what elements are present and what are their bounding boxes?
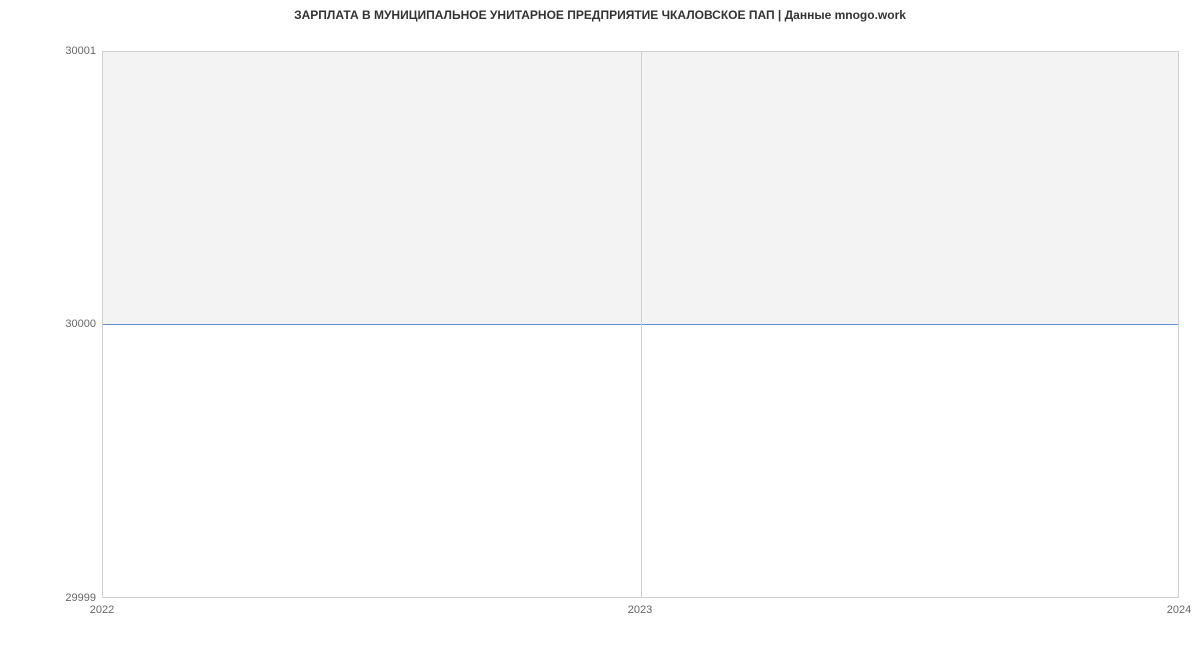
plot-area (102, 51, 1179, 598)
y-tick-0: 29999 (6, 592, 96, 604)
x-tick-2: 2024 (1149, 604, 1200, 616)
x-tick-0: 2022 (72, 604, 132, 616)
x-gridline-2023 (641, 52, 642, 597)
salary-chart: ЗАРПЛАТА В МУНИЦИПАЛЬНОЕ УНИТАРНОЕ ПРЕДП… (0, 0, 1200, 650)
y-tick-1: 30000 (6, 318, 96, 330)
chart-title: ЗАРПЛАТА В МУНИЦИПАЛЬНОЕ УНИТАРНОЕ ПРЕДП… (0, 8, 1200, 22)
x-tick-1: 2023 (610, 604, 670, 616)
y-tick-2: 30001 (6, 45, 96, 57)
